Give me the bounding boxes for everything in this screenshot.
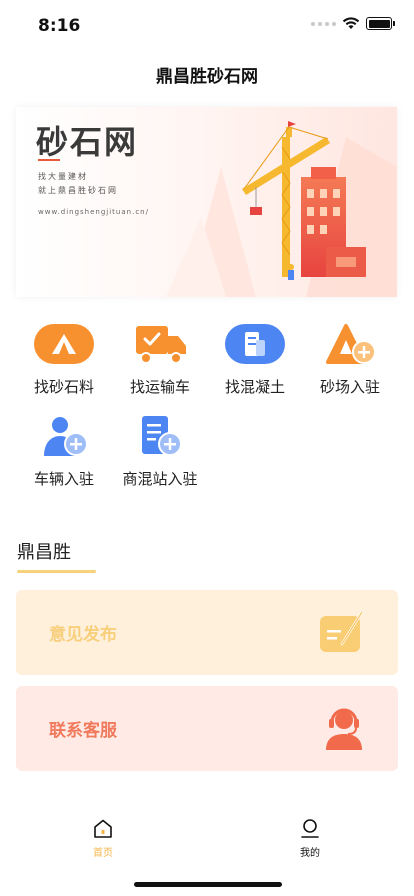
person-icon (301, 819, 319, 838)
banner-tagline-2: 就上鼎昌胜砂石网 (38, 186, 118, 195)
headset-agent-icon (326, 708, 362, 750)
battery-icon (366, 17, 395, 30)
home-indicator[interactable] (134, 882, 282, 887)
tab-mine[interactable]: 我的 (270, 818, 350, 859)
page-title: 鼎昌胜砂石网 (156, 67, 258, 87)
service-label: 砂场入驻 (319, 378, 380, 396)
app-screen: 8:16 鼎昌胜砂石网 砂石网 找大量建材 就上鼎昌胜砂石网 www.dings… (0, 0, 414, 896)
section-title: 鼎昌胜 (17, 542, 71, 563)
truck-icon (136, 326, 186, 364)
tab-home-label: 首页 (93, 848, 113, 859)
tab-home[interactable]: 首页 (63, 818, 143, 859)
wifi-icon (342, 17, 360, 29)
service-mixing-station-join[interactable]: 商混站入驻 (112, 414, 208, 489)
customer-service-label: 联系客服 (49, 721, 117, 741)
edit-note-icon (320, 610, 364, 652)
sand-plus-icon (326, 324, 376, 364)
service-find-concrete[interactable]: 找混凝土 (207, 322, 303, 397)
service-sand-yard-join[interactable]: 砂场入驻 (302, 322, 398, 397)
service-label: 找砂石料 (33, 378, 94, 396)
service-label: 找混凝土 (224, 378, 285, 396)
service-label: 车辆入驻 (33, 470, 94, 488)
banner-url: www.dingshengjituan.cn/ (38, 208, 149, 216)
status-icons (311, 17, 395, 30)
section-underline (17, 570, 96, 573)
feedback-card[interactable]: 意见发布 (16, 590, 398, 675)
status-time: 8:16 (38, 16, 81, 36)
service-vehicle-join[interactable]: 车辆入驻 (16, 414, 112, 489)
status-bar: 8:16 (0, 0, 414, 48)
customer-service-card[interactable]: 联系客服 (16, 686, 398, 771)
banner-divider (38, 159, 60, 161)
mountain-icon (34, 324, 94, 364)
service-label: 找运输车 (129, 378, 190, 396)
service-label: 商混站入驻 (122, 470, 198, 488)
tab-mine-label: 我的 (300, 848, 320, 859)
document-plus-icon (142, 416, 182, 456)
promo-banner[interactable]: 砂石网 找大量建材 就上鼎昌胜砂石网 www.dingshengjituan.c… (16, 107, 397, 297)
home-icon (94, 819, 112, 838)
service-find-truck[interactable]: 找运输车 (112, 322, 208, 397)
feedback-label: 意见发布 (49, 625, 117, 645)
document-icon (225, 324, 285, 364)
user-plus-icon (44, 417, 88, 456)
banner-title: 砂石网 (36, 123, 139, 161)
service-find-sand[interactable]: 找砂石料 (16, 322, 112, 397)
banner-tagline-1: 找大量建材 (38, 172, 88, 181)
cellular-signal-icon (311, 21, 336, 26)
